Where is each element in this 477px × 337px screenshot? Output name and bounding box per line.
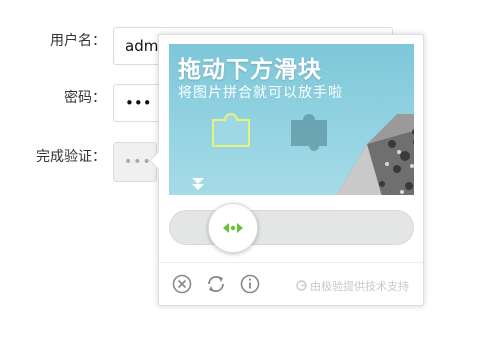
popup-divider [159, 262, 423, 263]
drag-arrows-icon [223, 223, 243, 233]
slider-track[interactable] [169, 210, 414, 245]
verify-label: 完成验证： [36, 149, 106, 165]
captcha-trigger-dots: ••• [124, 154, 152, 170]
info-icon[interactable] [239, 273, 261, 295]
captcha-credit-text: 由极验提供技术支持 [310, 280, 409, 293]
captcha-title: 拖动下方滑块 [178, 57, 322, 83]
captcha-puzzle-image: 拖动下方滑块 将图片拼合就可以放手啦 [169, 44, 414, 195]
captcha-popup: 拖动下方滑块 将图片拼合就可以放手啦 由极验提供技术支持 [149, 34, 424, 306]
captcha-credit[interactable]: 由极验提供技术支持 [296, 278, 409, 294]
puzzle-target-slot [291, 114, 327, 151]
slider-handle[interactable] [208, 203, 258, 253]
captcha-subtitle: 将图片拼合就可以放手啦 [178, 85, 343, 101]
password-value: ••• [125, 94, 152, 112]
username-label: 用户名： [50, 33, 106, 49]
password-label: 密码： [64, 90, 106, 106]
down-arrow-icon [192, 178, 204, 190]
refresh-icon[interactable] [205, 273, 227, 295]
close-icon[interactable] [171, 273, 193, 295]
geetest-logo-icon [296, 280, 307, 291]
puzzle-piece[interactable] [211, 112, 253, 152]
